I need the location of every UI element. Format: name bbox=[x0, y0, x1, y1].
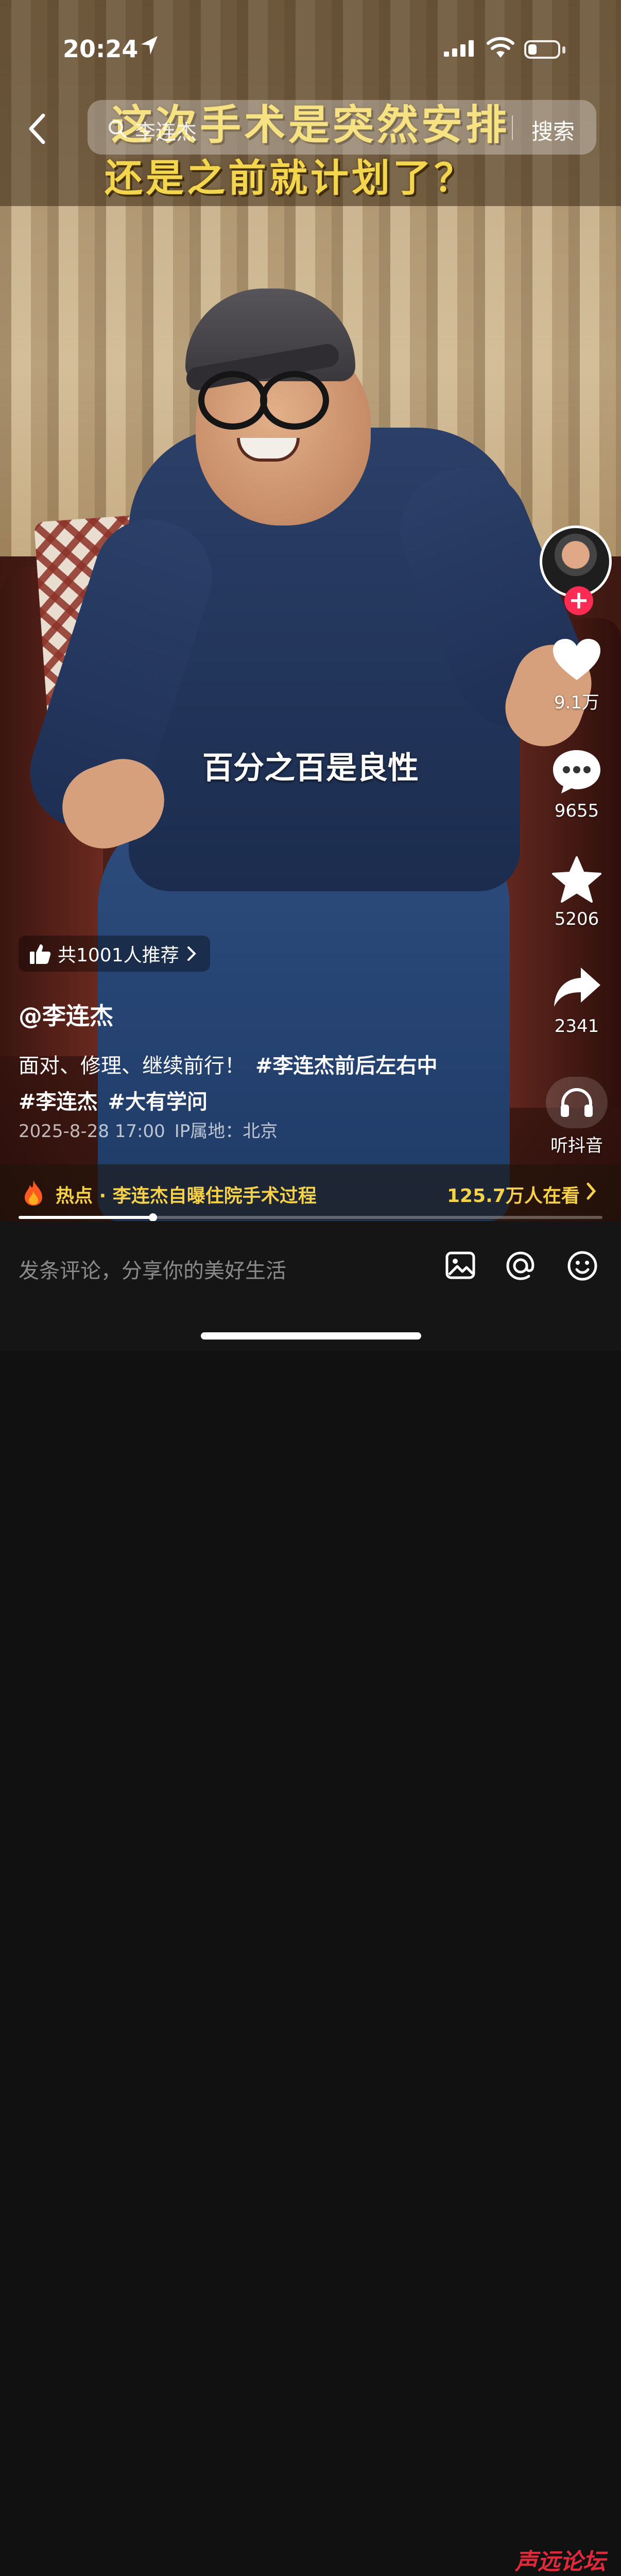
comment-button[interactable]: 9655 bbox=[536, 747, 618, 821]
emoji-icon[interactable] bbox=[566, 1250, 598, 1282]
post-caption: 面对、修理、继续前行！ #李连杰前后左右中 #李连杰 #大有学问 bbox=[19, 1048, 513, 1120]
video-player[interactable]: 这次手术是突然安排 还是之前就计划了？ 百分之百是良性 bbox=[0, 0, 621, 1221]
comment-bubble-icon bbox=[553, 750, 600, 793]
favorite-count: 5206 bbox=[554, 909, 599, 929]
post-meta: 2025-8-28 17:00 IP属地：北京 bbox=[19, 1117, 287, 1142]
listen-button[interactable]: 听抖音 bbox=[536, 1077, 618, 1157]
search-button[interactable]: 搜索 bbox=[531, 114, 575, 146]
battery-tip bbox=[562, 46, 565, 54]
cellular-signal-icon bbox=[444, 40, 474, 57]
back-chevron-icon[interactable] bbox=[23, 108, 54, 149]
heart-icon bbox=[553, 639, 600, 680]
chevron-right-icon bbox=[187, 946, 196, 961]
fire-icon bbox=[25, 1180, 42, 1206]
headphones-icon bbox=[561, 1088, 593, 1117]
chevron-right-icon bbox=[586, 1182, 596, 1200]
like-count: 9.1万 bbox=[554, 692, 600, 713]
hot-topic-title: 热点 · 李连杰自曝住院手术过程 bbox=[56, 1185, 317, 1207]
status-bar: 20:24 bbox=[0, 0, 621, 72]
favorite-button[interactable]: 5206 bbox=[536, 855, 618, 929]
person-glasses-right bbox=[260, 371, 329, 430]
author-name[interactable]: @李连杰 bbox=[19, 997, 113, 1031]
home-indicator[interactable] bbox=[201, 1332, 421, 1340]
search-bar[interactable]: 李连杰 搜索 bbox=[88, 100, 596, 155]
video-progress-knob[interactable] bbox=[148, 1213, 157, 1222]
video-headline-line2: 还是之前就计划了？ bbox=[105, 156, 475, 200]
site-watermark: 声远论坛 bbox=[515, 2549, 606, 2575]
status-time: 20:24 bbox=[63, 35, 139, 63]
image-icon[interactable] bbox=[445, 1250, 476, 1281]
video-progress-fill bbox=[19, 1216, 153, 1219]
comment-bar: 发条评论，分享你的美好生活 声远论坛 bbox=[0, 1221, 621, 2575]
caption-text: 面对、修理、继续前行！ bbox=[19, 1054, 245, 1078]
comment-count: 9655 bbox=[554, 801, 599, 821]
search-query[interactable]: 李连杰 bbox=[135, 115, 197, 145]
battery-level bbox=[528, 44, 537, 55]
hot-topic-bar[interactable]: 热点 · 李连杰自曝住院手术过程 125.7万人在看 bbox=[0, 1164, 621, 1220]
thumbs-up-icon bbox=[30, 944, 51, 964]
comment-input[interactable]: 发条评论，分享你的美好生活 bbox=[19, 1254, 286, 1284]
listen-label: 听抖音 bbox=[550, 1136, 603, 1156]
video-progress-bar[interactable] bbox=[19, 1213, 602, 1222]
wifi-icon bbox=[487, 37, 514, 58]
hashtag[interactable]: #大有学问 bbox=[108, 1090, 208, 1114]
hot-viewer-count: 125.7万人在看 bbox=[447, 1185, 580, 1207]
share-count: 2341 bbox=[554, 1016, 599, 1037]
search-icon bbox=[109, 120, 127, 138]
share-button[interactable]: 2341 bbox=[536, 964, 618, 1037]
battery-icon bbox=[524, 40, 560, 59]
listen-icon-bg bbox=[546, 1077, 608, 1128]
hashtag[interactable]: #李连杰前后左右中 bbox=[255, 1054, 438, 1078]
post-date: 2025-8-28 17:00 bbox=[19, 1121, 165, 1142]
share-arrow-icon bbox=[554, 968, 600, 1007]
star-icon bbox=[552, 856, 601, 903]
ip-location: IP属地：北京 bbox=[174, 1121, 278, 1142]
recommend-pill[interactable]: 共1001人推荐 bbox=[19, 936, 210, 972]
location-arrow-icon bbox=[141, 36, 158, 55]
video-subtitle: 百分之百是良性 bbox=[202, 750, 419, 786]
recommend-label: 共1001人推荐 bbox=[58, 945, 179, 966]
like-button[interactable]: 9.1万 bbox=[536, 637, 618, 714]
mention-icon[interactable] bbox=[505, 1250, 537, 1282]
hashtag[interactable]: #李连杰 bbox=[19, 1090, 98, 1114]
person-glasses-left bbox=[198, 371, 267, 430]
follow-button[interactable]: + bbox=[564, 586, 593, 615]
search-divider bbox=[512, 115, 513, 140]
